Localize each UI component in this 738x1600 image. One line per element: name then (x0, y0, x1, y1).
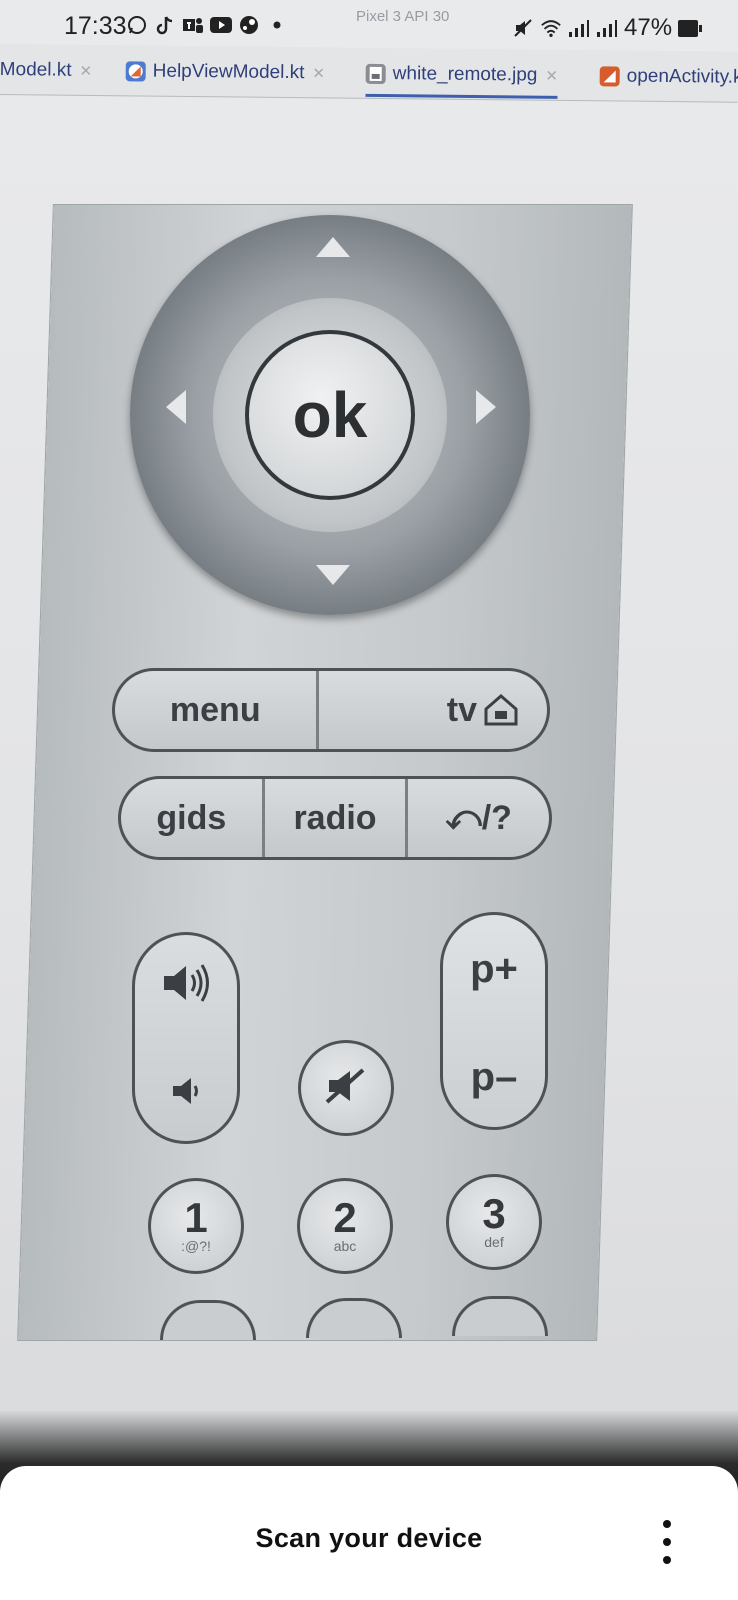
close-icon: ✕ (545, 67, 559, 85)
volume-down-icon (169, 1075, 203, 1112)
menu-button[interactable]: menu (115, 671, 319, 749)
signal-icon (568, 17, 590, 39)
image-file-icon (365, 63, 386, 85)
gids-label: gids (156, 798, 227, 837)
back-help-button[interactable]: ⤺/? (408, 779, 549, 857)
signal-icon (596, 17, 618, 39)
status-bar: 17:33 47% (0, 0, 738, 50)
arrow-up-icon[interactable] (316, 237, 350, 257)
whatsapp-icon (126, 14, 148, 36)
more-dot (663, 1538, 671, 1546)
channel-down-label: p– (470, 1054, 518, 1099)
channel-up-label: p+ (470, 946, 518, 991)
volume-rocker (132, 932, 240, 1144)
radio-button[interactable]: radio (265, 779, 409, 857)
volume-up-icon (160, 961, 212, 1010)
menu-tv-pill: menu tv (112, 668, 550, 752)
number-2-button[interactable]: 2 abc (297, 1178, 393, 1274)
volume-up-button[interactable] (135, 935, 237, 1035)
ide-tab-label: Model.kt (0, 58, 72, 81)
arrow-left-icon[interactable] (166, 390, 186, 424)
letters-label: def (484, 1234, 504, 1250)
number-1-button[interactable]: 1 :@?! (148, 1178, 244, 1274)
tv-label: tv (446, 690, 477, 729)
dpad-ring: ok (213, 298, 447, 532)
mute-icon (323, 1066, 369, 1111)
channel-down-button[interactable]: p– (443, 1027, 545, 1127)
gids-button[interactable]: gids (121, 779, 265, 857)
teams-icon (182, 14, 204, 36)
number-3-button[interactable]: 3 def (446, 1174, 542, 1270)
arrow-right-icon[interactable] (476, 390, 496, 424)
mute-icon (512, 17, 534, 39)
youtube-icon (210, 14, 232, 36)
kotlin-file-icon (599, 66, 620, 87)
camera-preview: Model.kt ✕ HelpViewModel.kt ✕ white_remo… (0, 0, 738, 1600)
channel-up-button[interactable]: p+ (443, 915, 545, 1023)
battery-percentage: 47% (624, 14, 673, 41)
channel-rocker: p+ p– (440, 912, 548, 1130)
dot-icon (266, 14, 288, 36)
ide-tab-openactivity: openActivity.k (599, 60, 738, 93)
radio-label: radio (293, 798, 377, 837)
digit-label: 2 (333, 1194, 357, 1241)
tv-button[interactable]: tv (319, 671, 548, 749)
ok-button[interactable]: ok (245, 330, 415, 500)
steam-icon (238, 14, 260, 36)
ide-tab-label: white_remote.jpg (392, 63, 538, 86)
system-icons: 47% (512, 14, 703, 42)
more-options-icon[interactable] (652, 1520, 682, 1564)
scan-title: Scan your device (255, 1523, 483, 1553)
gids-radio-pill: gids radio ⤺/? (118, 776, 552, 860)
more-dot (663, 1556, 671, 1564)
menu-label: menu (169, 690, 261, 729)
kotlin-file-icon (125, 61, 146, 82)
ide-tab-strip: Model.kt ✕ HelpViewModel.kt ✕ white_remo… (0, 44, 738, 103)
ide-tab-label: HelpViewModel.kt (152, 60, 305, 84)
digit-label: 3 (482, 1190, 506, 1237)
close-icon: ✕ (312, 65, 326, 83)
clock: 17:33 (64, 12, 127, 40)
tiktok-icon (154, 14, 176, 36)
ide-tab-label: openActivity.k (626, 65, 738, 88)
more-dot (663, 1520, 671, 1528)
back-help-label: ⤺/? (445, 798, 512, 837)
ide-tab-white-remote: white_remote.jpg ✕ (365, 58, 559, 92)
volume-down-button[interactable] (135, 1045, 237, 1141)
letters-label: abc (333, 1238, 357, 1254)
home-icon (483, 693, 519, 727)
letters-label: :@?! (181, 1238, 211, 1254)
notification-icons (126, 14, 288, 36)
battery-icon (678, 19, 703, 37)
digit-label: 1 (184, 1194, 208, 1241)
mute-button[interactable] (298, 1040, 394, 1136)
close-icon: ✕ (79, 62, 93, 80)
wifi-icon (540, 17, 562, 39)
dpad[interactable]: ok (130, 215, 530, 615)
ide-tab-helpviewmodel: HelpViewModel.kt ✕ (125, 55, 326, 89)
arrow-down-icon[interactable] (316, 565, 350, 585)
ide-tab-model: Model.kt ✕ (0, 54, 92, 87)
